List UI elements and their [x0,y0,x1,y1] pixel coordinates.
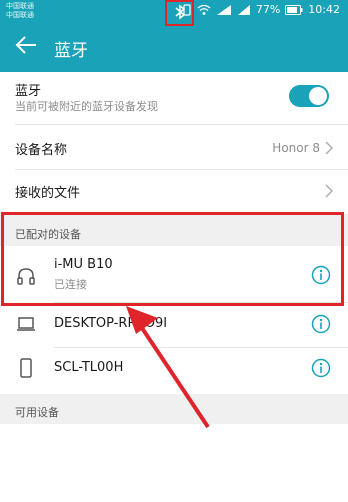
received-files-row[interactable]: 接收的文件 [0,170,348,212]
signal-4g-icon [216,4,231,15]
page-title: 蓝牙 [54,41,88,61]
info-icon[interactable] [311,314,331,334]
laptop-icon [17,317,35,331]
info-icon[interactable] [311,358,331,378]
carrier-label-2: 中国联通 [6,11,34,19]
battery-percent: 77% [255,3,281,16]
signal-icon [237,4,250,15]
bluetooth-toggle-row[interactable]: 蓝牙 当前可被附近的蓝牙设备发现 [0,72,348,120]
clock: 10:42 [308,3,340,16]
paired-device-row[interactable]: DESKTOP-RRSO9I [0,303,348,347]
back-arrow-icon[interactable] [14,34,38,56]
device-name: SCL-TL00H [54,360,124,375]
bluetooth-status-annotation [165,0,194,26]
phone-icon [20,358,32,378]
device-name: DESKTOP-RRSO9I [54,316,168,331]
available-devices-list [0,424,348,502]
bluetooth-visibility-description: 当前可被附近的蓝牙设备发现 [15,100,158,113]
chevron-right-icon [325,184,334,198]
device-name-value: Honor 8 [272,141,320,155]
bluetooth-toggle-label: 蓝牙 [15,84,42,99]
received-files-label: 接收的文件 [15,186,81,201]
battery-icon [285,4,303,15]
bluetooth-toggle-switch[interactable] [289,85,329,107]
device-name-row[interactable]: 设备名称 Honor 8 [0,125,348,169]
wifi-icon [197,4,211,15]
paired-device-annotation [1,212,344,306]
device-name-label: 设备名称 [15,143,68,158]
available-devices-title: 可用设备 [15,406,59,419]
chevron-right-icon [325,141,334,155]
toggle-knob [309,87,327,105]
available-devices-header: 可用设备 [0,394,348,424]
status-icons: 77% 10:42 [182,3,340,16]
carrier-label-1: 中国联通 [6,2,34,10]
paired-device-row[interactable]: SCL-TL00H [0,348,348,392]
